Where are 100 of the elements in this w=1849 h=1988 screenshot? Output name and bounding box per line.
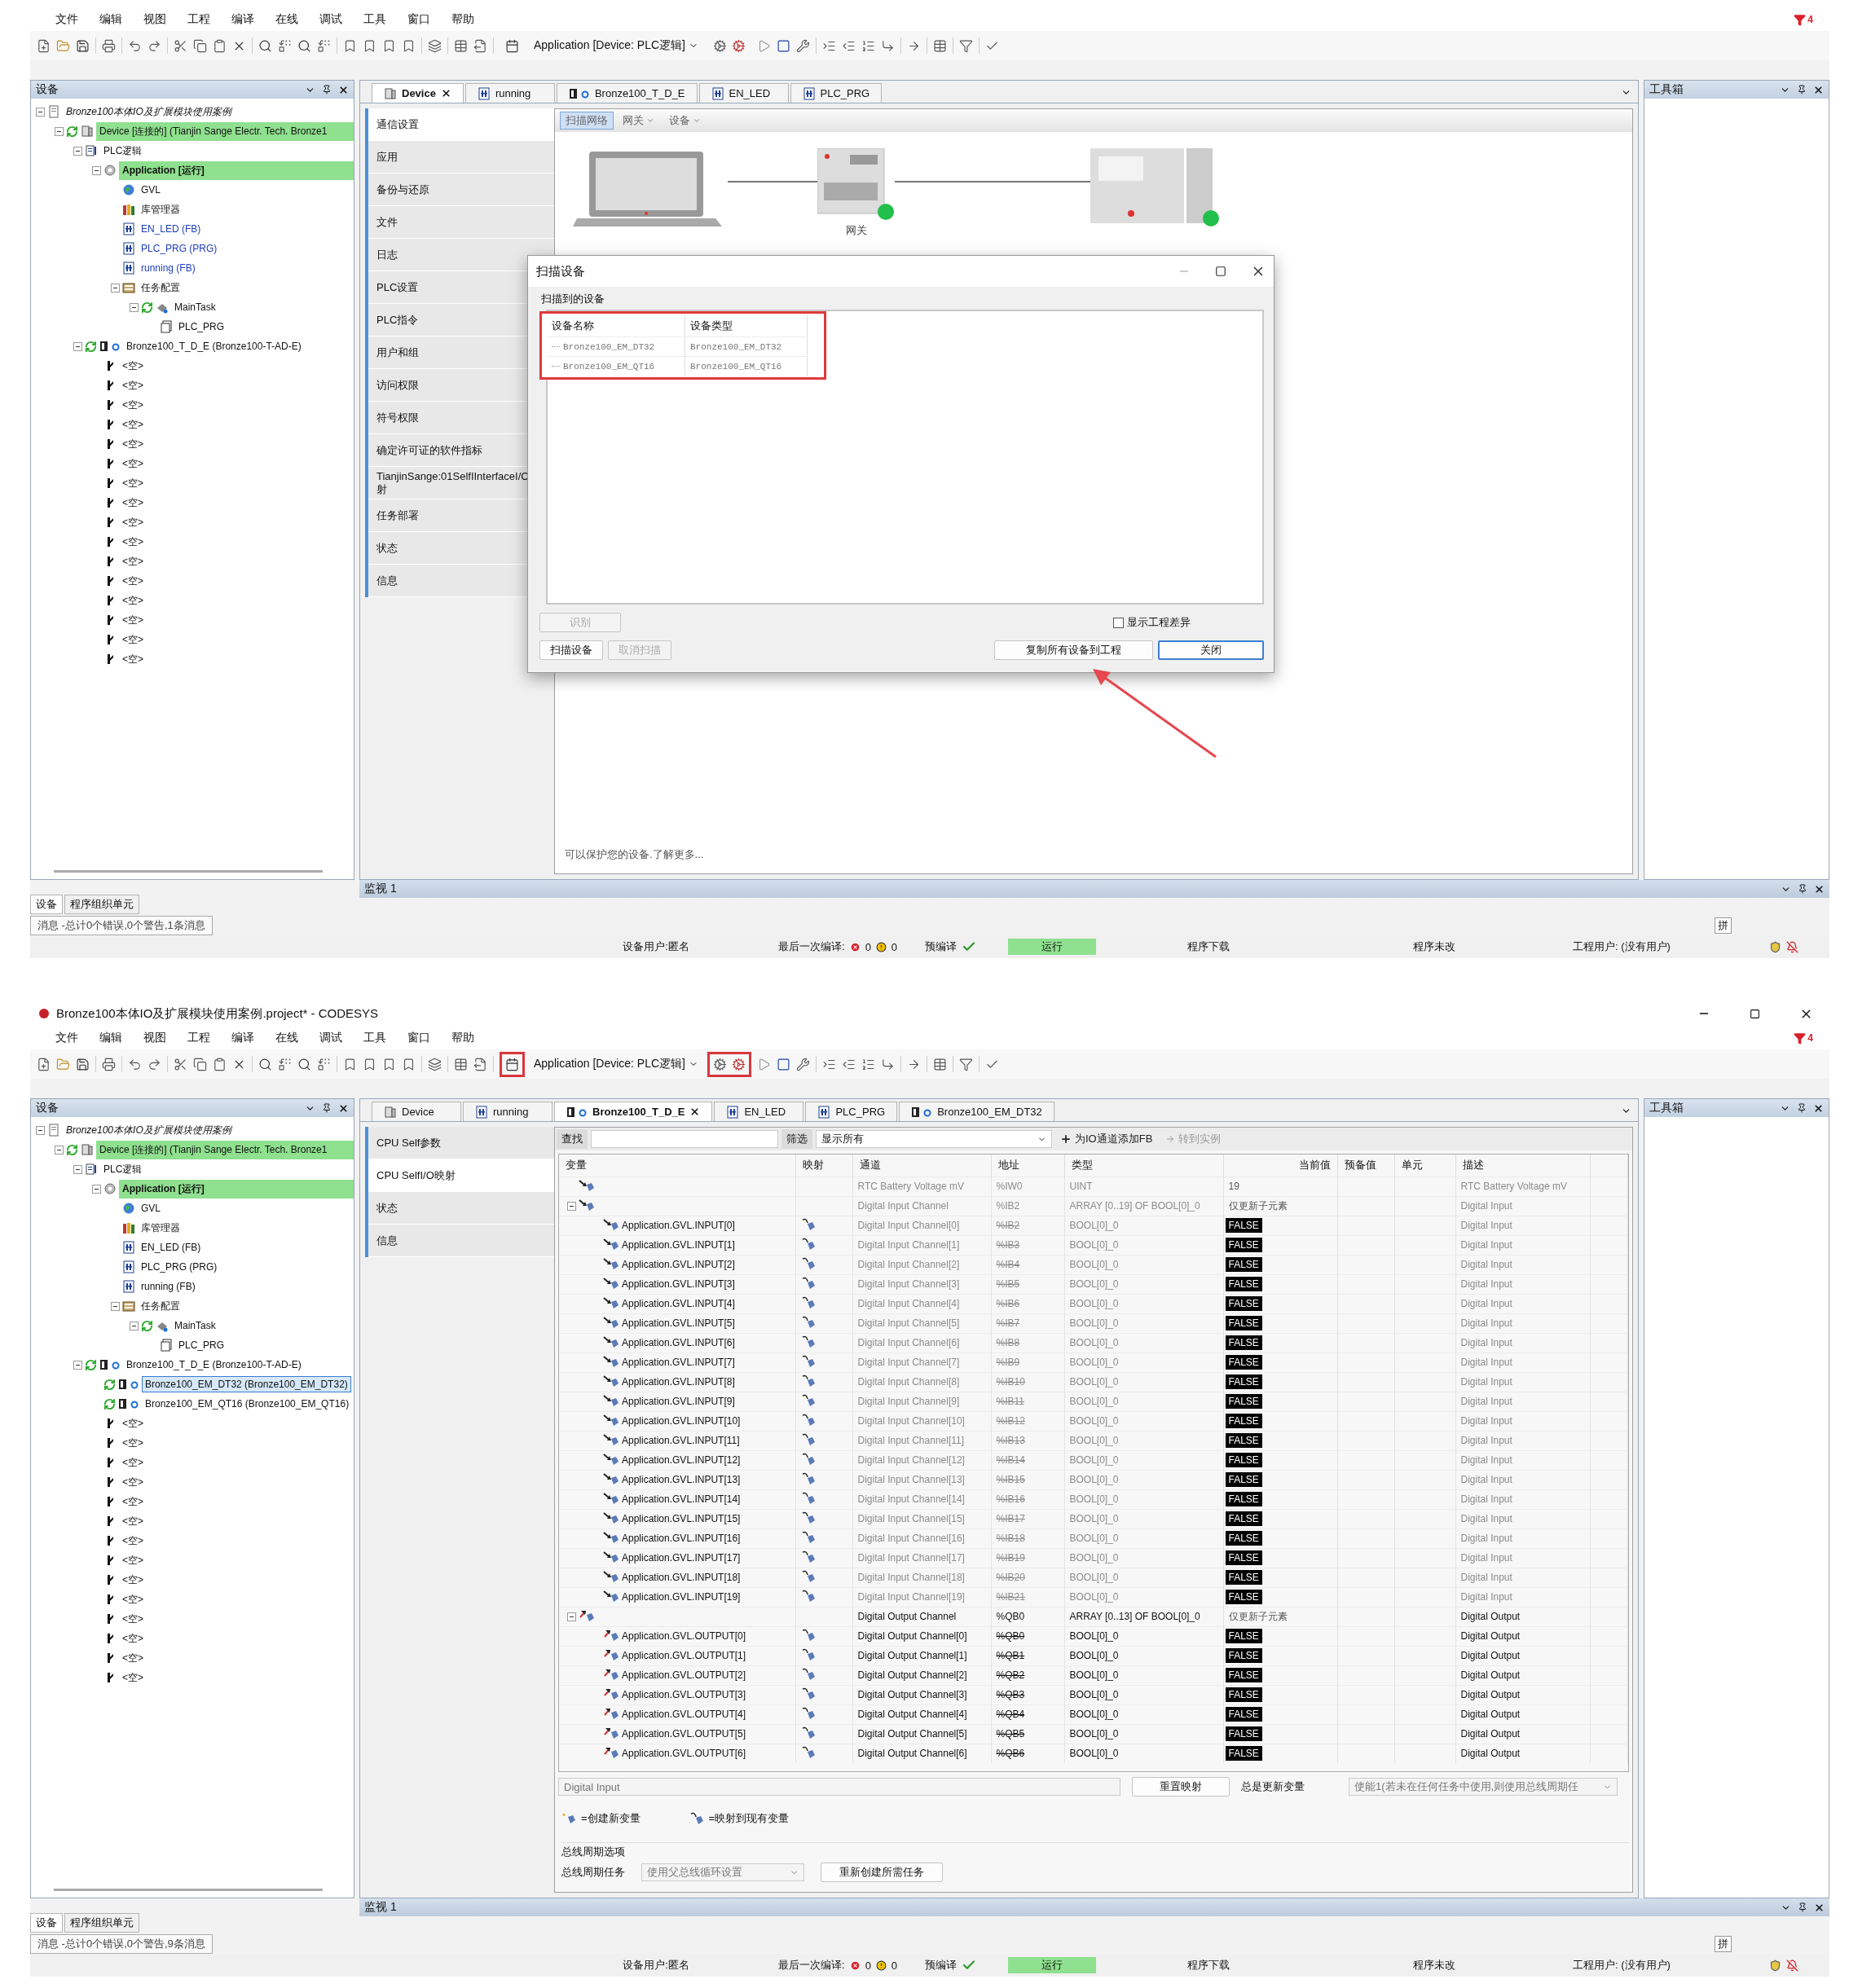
- tree-item[interactable]: <空>: [119, 473, 147, 493]
- tree-item[interactable]: GVL: [138, 182, 164, 198]
- menu-item[interactable]: 窗口: [397, 1031, 441, 1045]
- tree-item[interactable]: GVL: [138, 1200, 164, 1216]
- pin-icon[interactable]: [1797, 85, 1807, 95]
- tree-item[interactable]: <空>: [119, 512, 147, 532]
- tree-item[interactable]: Bronze100_T_D_E (Bronze100-T-AD-E): [123, 338, 305, 354]
- tree-item[interactable]: 库管理器: [138, 200, 183, 219]
- collapse-icon[interactable]: [111, 283, 120, 292]
- tree-item[interactable]: <空>: [119, 434, 147, 454]
- save-icon[interactable]: [76, 1057, 90, 1071]
- menu-item[interactable]: 编译: [221, 1031, 265, 1045]
- panel-tab[interactable]: 设备: [30, 895, 63, 914]
- tree-item[interactable]: Application [运行]: [119, 1179, 354, 1199]
- dialog-button[interactable]: 复制所有设备到工程: [994, 640, 1153, 660]
- tree-item[interactable]: 任务配置: [138, 1296, 183, 1316]
- layers-icon[interactable]: [428, 1057, 442, 1071]
- tree-item[interactable]: <空>: [119, 1472, 147, 1492]
- tree-item[interactable]: PLC逻辑: [100, 141, 146, 161]
- close-icon[interactable]: [1814, 883, 1825, 895]
- menu-item[interactable]: 文件: [45, 1031, 89, 1045]
- save-icon[interactable]: [76, 38, 90, 53]
- application-select[interactable]: Application [Device: PLC逻辑]: [530, 38, 702, 53]
- find-icon[interactable]: [297, 38, 311, 53]
- tree-item[interactable]: <空>: [119, 415, 147, 434]
- always-update-dropdown[interactable]: 使能1(若未在任何任务中使用,则使用总线周期任: [1349, 1778, 1618, 1796]
- tree-item[interactable]: running (FB): [138, 260, 199, 276]
- add-fb-button[interactable]: 为IO通道添加FB: [1055, 1130, 1158, 1148]
- menu-item[interactable]: 帮助: [441, 12, 485, 27]
- tree-item[interactable]: <空>: [119, 532, 147, 552]
- tree-item[interactable]: PLC_PRG (PRG): [138, 1259, 221, 1275]
- nav-item[interactable]: 通信设置: [368, 108, 554, 141]
- tree-item[interactable]: <空>: [119, 571, 147, 591]
- tree-item[interactable]: <空>: [119, 1492, 147, 1511]
- close-icon[interactable]: [338, 84, 349, 95]
- recreate-tasks-button[interactable]: 重新创建所需任务: [821, 1863, 943, 1882]
- menu-item[interactable]: 调试: [309, 1031, 353, 1045]
- bus-cycle-dropdown[interactable]: 使用父总线循环设置: [641, 1863, 804, 1881]
- collapse-icon[interactable]: [567, 1201, 576, 1211]
- maximize-icon[interactable]: [1215, 266, 1226, 277]
- tree-item[interactable]: PLC_PRG: [175, 319, 228, 335]
- filter-icon[interactable]: [1794, 13, 1807, 26]
- collapse-icon[interactable]: [73, 1360, 82, 1370]
- tree-item[interactable]: <空>: [119, 1433, 147, 1453]
- toolbar-tab[interactable]: 设备: [663, 112, 707, 130]
- collapse-icon[interactable]: [36, 107, 45, 117]
- filter-dropdown[interactable]: 显示所有: [816, 1130, 1052, 1148]
- bookmark-icon[interactable]: [343, 38, 357, 53]
- print-icon[interactable]: [102, 1057, 116, 1071]
- tree-item[interactable]: <空>: [119, 1668, 147, 1687]
- bookmark-icon[interactable]: [402, 38, 416, 53]
- pin-icon[interactable]: [1798, 1902, 1807, 1912]
- export-icon[interactable]: [473, 1057, 487, 1071]
- editor-tab[interactable]: PLC_PRG: [790, 83, 883, 103]
- editor-tab[interactable]: EN_LED: [698, 83, 789, 103]
- tree-item[interactable]: <空>: [119, 1570, 147, 1590]
- stop-icon[interactable]: [776, 38, 790, 53]
- panel-tab[interactable]: 程序组织单元: [64, 1913, 139, 1933]
- restore-icon[interactable]: [1750, 1008, 1760, 1019]
- tree-item[interactable]: Device [连接的] (Tianjin Sange Electr. Tech. Bronze1: [96, 121, 354, 141]
- stop-icon[interactable]: [776, 1057, 790, 1071]
- tree-item[interactable]: <空>: [119, 552, 147, 571]
- tree-item[interactable]: Bronze100本体IO及扩展模块使用案例: [63, 1120, 235, 1140]
- tree-item[interactable]: Bronze100本体IO及扩展模块使用案例: [63, 102, 235, 121]
- panel-tab[interactable]: 程序组织单元: [64, 895, 139, 914]
- menu-item[interactable]: 调试: [309, 12, 353, 27]
- collapse-icon[interactable]: [36, 1125, 45, 1135]
- tree-item[interactable]: <空>: [119, 1609, 147, 1629]
- filter-icon[interactable]: [958, 38, 973, 53]
- editor-tab[interactable]: running: [464, 83, 555, 103]
- tree-item[interactable]: 任务配置: [138, 278, 183, 297]
- tree-item[interactable]: <空>: [119, 454, 147, 473]
- editor-tab[interactable]: Bronze100_T_D_E: [556, 83, 698, 103]
- menu-item[interactable]: 文件: [45, 12, 89, 27]
- open-folder-icon[interactable]: [56, 38, 70, 53]
- collapse-icon[interactable]: [92, 165, 101, 175]
- pin-icon[interactable]: [322, 1103, 332, 1113]
- table-icon[interactable]: [454, 1057, 468, 1071]
- menu-item[interactable]: 工程: [177, 12, 221, 27]
- collapse-icon[interactable]: [73, 341, 82, 351]
- collapse-icon[interactable]: [55, 1145, 64, 1155]
- find-icon[interactable]: [258, 1057, 272, 1071]
- menu-item[interactable]: 工具: [353, 1031, 397, 1045]
- collapse-icon[interactable]: [73, 146, 82, 156]
- paste-icon[interactable]: [213, 38, 227, 53]
- tree-item[interactable]: MainTask: [171, 299, 219, 315]
- collapse-icon[interactable]: [130, 302, 139, 312]
- undo-icon[interactable]: [128, 1057, 142, 1071]
- tree-item[interactable]: Bronze100_T_D_E (Bronze100-T-AD-E): [123, 1357, 305, 1373]
- pin-icon[interactable]: [322, 85, 332, 95]
- close-icon[interactable]: [338, 1102, 349, 1114]
- bookmark-icon[interactable]: [402, 1057, 416, 1071]
- open-folder-icon[interactable]: [56, 1057, 70, 1071]
- menu-item[interactable]: 在线: [265, 12, 309, 27]
- tree-item[interactable]: <空>: [119, 395, 147, 415]
- tree-item[interactable]: PLC_PRG: [175, 1337, 228, 1353]
- new-file-icon[interactable]: [37, 38, 51, 53]
- menu-item[interactable]: 在线: [265, 1031, 309, 1045]
- paste-icon[interactable]: [213, 1057, 227, 1071]
- pin-icon[interactable]: [1798, 884, 1807, 894]
